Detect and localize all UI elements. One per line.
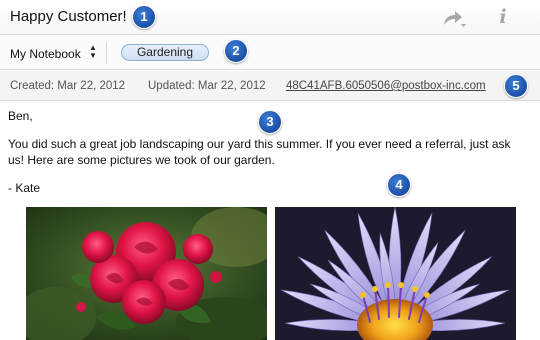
callout-badge-3: 3 (258, 110, 282, 134)
notebook-select[interactable]: My Notebook ▲ ▼ (10, 44, 100, 63)
title-bar: Happy Customer! i (0, 0, 540, 35)
callout-badge-2: 2 (224, 39, 248, 63)
forward-icon[interactable] (441, 7, 467, 29)
callout-badge-4: 4 (387, 173, 411, 197)
callout-badge-1: 1 (132, 5, 156, 29)
signature: - Kate (8, 181, 41, 195)
note-metadata: Created: Mar 22, 2012 Updated: Mar 22, 2… (0, 71, 540, 101)
created-date: Created: Mar 22, 2012 (10, 80, 126, 92)
message-paragraph: You did such a great job landscaping our… (8, 137, 511, 167)
source-message-link[interactable]: 48C41AFB.6050506@postbox-inc.com (286, 80, 486, 92)
red-roses-photo[interactable] (26, 207, 267, 340)
arrow-down-icon: ▼ (89, 51, 97, 60)
callout-badge-5: 5 (504, 74, 528, 98)
divider (106, 42, 107, 64)
tag-pill-gardening[interactable]: Gardening (121, 44, 209, 61)
updated-date: Updated: Mar 22, 2012 (148, 80, 266, 92)
notebook-tag-bar: My Notebook ▲ ▼ Gardening (0, 36, 540, 70)
notebook-label: My Notebook (10, 47, 81, 61)
select-arrows-icon: ▲ ▼ (89, 44, 97, 60)
note-window: Happy Customer! i My Notebook ▲ ▼ Garden… (0, 0, 540, 340)
purple-water-lily-photo[interactable] (275, 207, 516, 340)
info-icon[interactable]: i (495, 5, 511, 29)
note-title[interactable]: Happy Customer! (10, 8, 127, 25)
